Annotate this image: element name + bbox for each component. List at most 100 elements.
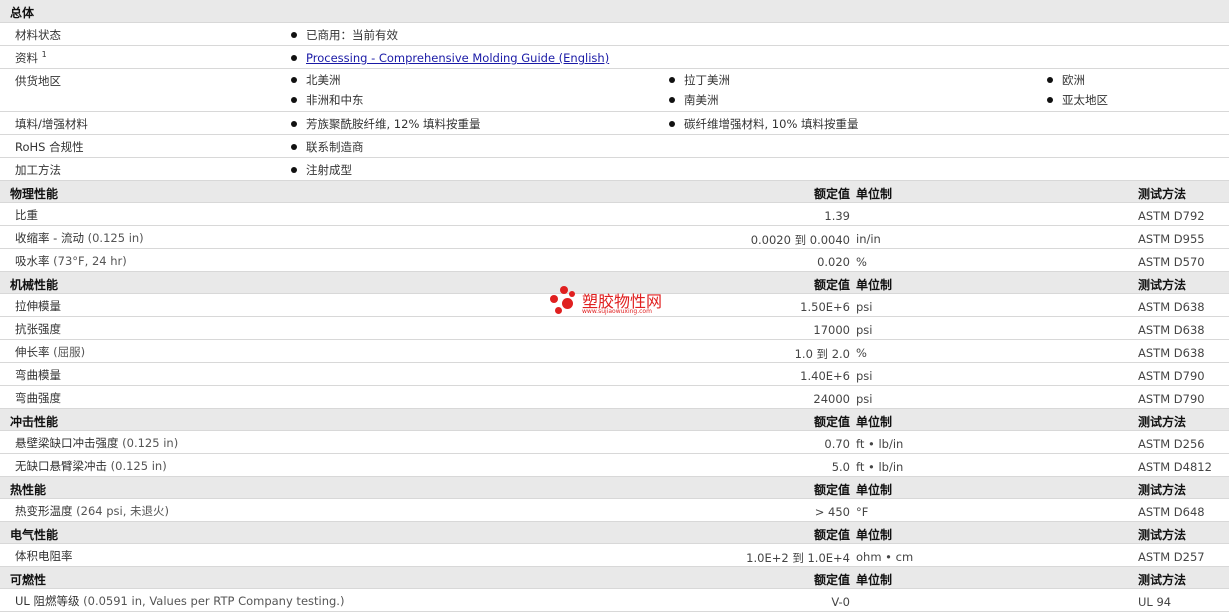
row-processing-method: 加工方法 注射成型 [0,158,1229,181]
header-test-method: 测试方法 [1138,528,1187,542]
section-title: 物理性能 [10,187,59,201]
region-item: 亚太地区 [1047,92,1108,108]
property-condition: (0.125 in) [110,459,167,473]
property-value: 0.70 [824,437,850,451]
property-value: 17000 [813,323,850,337]
property-name: 体积电阻率 [15,549,73,563]
header-test-method: 测试方法 [1138,483,1187,497]
header-value: 额定值 [813,278,850,292]
section-title: 电气性能 [10,528,59,542]
header-test-method: 测试方法 [1138,573,1187,587]
property-unit: in/in [856,232,881,246]
section-flammability-header: 可燃性 额定值 单位制 测试方法 [0,567,1229,589]
header-unit: 单位制 [856,415,893,429]
property-name: 热变形温度 [15,504,73,518]
section-title: 热性能 [10,483,47,497]
property-row: 吸水率 (73°F, 24 hr) 0.020% ASTM D570 [0,249,1229,272]
bullet-icon [669,120,675,127]
property-value: 0.0020 到 0.0040 [750,233,850,247]
processing-guide-link[interactable]: Processing - Comprehensive Molding Guide… [306,51,609,65]
property-name: 弯曲模量 [15,368,61,382]
property-label: 收缩率 - 流动 (0.125 in) [15,230,144,246]
bullet-icon [291,143,297,150]
footnote-marker: 1 [41,50,47,60]
property-condition: (屈服) [53,345,86,359]
property-row: 弯曲强度 24000 psi ASTM D790 [0,386,1229,409]
section-general-header: 总体 [0,0,1229,23]
property-test-method: ASTM D792 [1138,209,1205,223]
property-value: 1.39 [824,209,850,223]
header-value: 额定值 [813,187,850,201]
header-unit: 单位制 [856,187,893,201]
property-label: 体积电阻率 [15,548,73,564]
filler-item: 芳族聚酰胺纤维, 12% 填料按重量 [291,116,481,132]
property-label: 伸长率 (屈服) [15,344,85,360]
row-documents: 资料 1 Processing - Comprehensive Molding … [0,46,1229,69]
property-condition: (0.0591 in, Values per RTP Company testi… [83,594,345,608]
property-unit: psi [856,369,873,383]
property-value: 0.020 [817,255,850,269]
property-value: 24000 [813,392,850,406]
region-item: 南美洲 [669,92,719,108]
property-label: 热变形温度 (264 psi, 未退火) [15,503,169,519]
property-test-method: ASTM D955 [1138,232,1205,246]
header-value: 额定值 [813,415,850,429]
header-value: 额定值 [813,528,850,542]
property-test-method: ASTM D790 [1138,369,1205,383]
property-test-method: ASTM D257 [1138,550,1205,564]
property-test-method: ASTM D638 [1138,323,1205,337]
property-name: 抗张强度 [15,322,61,336]
region-item: 非洲和中东 [291,92,364,108]
property-label: 悬壁梁缺口冲击强度 (0.125 in) [15,435,178,451]
row-material-status: 材料状态 已商用：当前有效 [0,23,1229,46]
property-label: 抗张强度 [15,321,61,337]
property-name: 收缩率 - 流动 [15,231,84,245]
row-label: 填料/增强材料 [15,117,88,131]
property-unit: ohm • cm [856,550,914,564]
property-test-method: ASTM D638 [1138,300,1205,314]
property-label: 弯曲强度 [15,390,61,406]
filler-item: 碳纤维增强材料, 10% 填料按重量 [669,116,859,132]
property-unit: ft • lb/in [856,460,904,474]
property-unit: psi [856,323,873,337]
section-thermal-header: 热性能 额定值 单位制 测试方法 [0,477,1229,499]
bullet-item: 已商用：当前有效 [291,27,398,43]
property-label: 拉伸模量 [15,298,61,314]
property-test-method: ASTM D256 [1138,437,1205,451]
bullet-item: 注射成型 [291,162,352,178]
property-label: UL 阻燃等级 (0.0591 in, Values per RTP Compa… [15,593,344,609]
property-label: 吸水率 (73°F, 24 hr) [15,253,127,269]
header-value: 额定值 [813,573,850,587]
section-impact-header: 冲击性能 额定值 单位制 测试方法 [0,409,1229,431]
bullet-icon [669,76,675,83]
property-condition: (264 psi, 未退火) [76,504,170,518]
header-unit: 单位制 [856,278,893,292]
property-value: 1.50E+6 [800,300,850,314]
property-row: 无缺口悬臂梁冲击 (0.125 in) 5.0 ft • lb/in ASTM D48… [0,454,1229,477]
bullet-item: 联系制造商 [291,139,364,155]
property-row: 悬壁梁缺口冲击强度 (0.125 in) 0.70 ft • lb/in ASTM D… [0,431,1229,454]
row-fillers: 填料/增强材料 芳族聚酰胺纤维, 12% 填料按重量 碳纤维增强材料, 10% … [0,112,1229,135]
row-regions: 供货地区 北美洲 拉丁美洲 欧洲 非洲和中东 南美洲 亚太地区 [0,69,1229,112]
property-row: 弯曲模量 1.40E+6 psi ASTM D790 [0,363,1229,386]
property-test-method: ASTM D570 [1138,255,1205,269]
row-rohs: RoHS 合规性 联系制造商 [0,135,1229,158]
section-title: 可燃性 [10,573,47,587]
property-test-method: ASTM D790 [1138,392,1205,406]
property-value: 5.0 [831,460,850,474]
property-row: 热变形温度 (264 psi, 未退火) > 450 °F ASTM D648 [0,499,1229,522]
property-test-method: UL 94 [1138,595,1172,609]
region-item: 欧洲 [1047,72,1085,88]
row-label: 材料状态 [15,28,61,42]
property-value: 1.0 到 2.0 [794,347,850,361]
property-condition: (0.125 in) [122,436,179,450]
region-item: 拉丁美洲 [669,72,730,88]
section-physical-header: 物理性能 额定值 单位制 测试方法 [0,181,1229,203]
header-test-method: 测试方法 [1138,278,1187,292]
bullet-icon [291,31,297,38]
header-unit: 单位制 [856,573,893,587]
property-name: 比重 [15,208,38,222]
row-label: 加工方法 [15,163,61,177]
property-label: 比重 [15,207,38,223]
property-name: 无缺口悬臂梁冲击 [15,459,107,473]
